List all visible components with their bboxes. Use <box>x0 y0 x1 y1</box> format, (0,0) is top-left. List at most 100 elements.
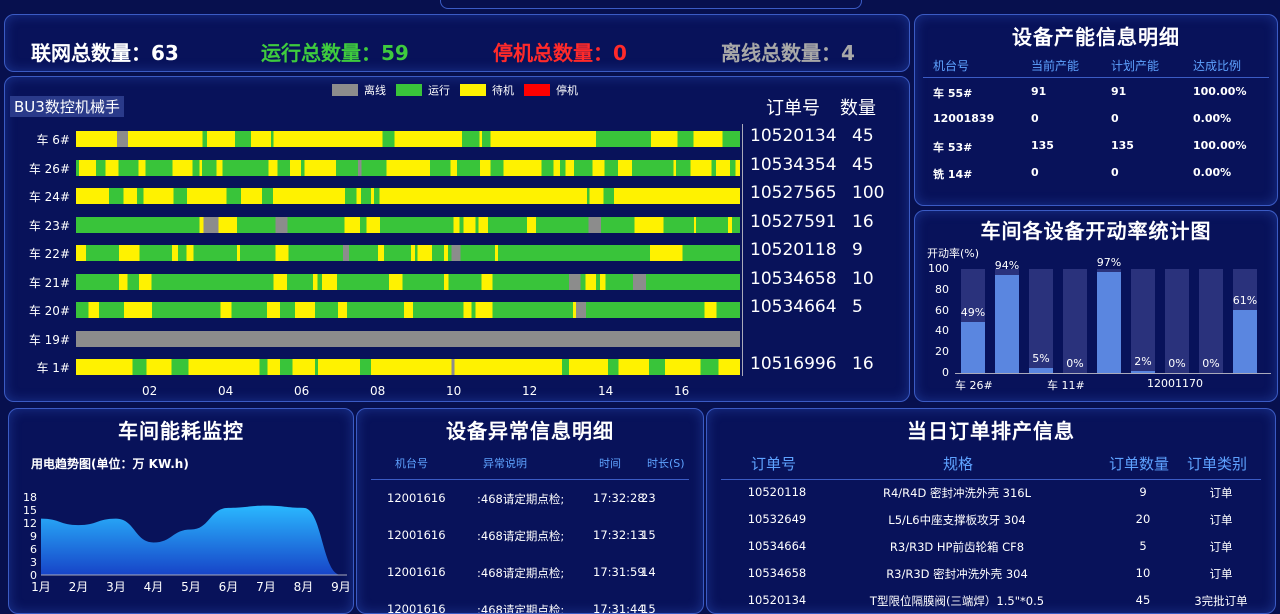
machine-label: 车 24# <box>28 190 70 204</box>
order-qty: 45 <box>852 126 874 146</box>
abnormal-cell: 15 <box>641 528 656 542</box>
order-number: 10520134 <box>750 126 837 146</box>
energy-x-tick: 1月 <box>31 580 51 594</box>
rate-value-label: 49% <box>960 306 986 320</box>
energy-y-tick: 12 <box>23 517 37 530</box>
energy-x-tick: 4月 <box>144 580 164 594</box>
machine-label: 车 23# <box>28 218 70 233</box>
abnormal-panel: 设备异常信息明细 机台号 异常说明 时间 时长(S) 12001616:468请定期点检… <box>356 408 704 614</box>
capacity-panel: 设备产能信息明细 机台号 当前产能 计划产能 达成比例车 55# 91 91 100.00%… <box>914 14 1278 206</box>
energy-x-tick: 9月 <box>331 580 351 594</box>
abnormal-header: 机台号 <box>395 457 428 470</box>
rate-bar[interactable] <box>961 322 985 373</box>
stopped-label: 停机总数量： <box>493 41 613 65</box>
orders-cell: 订单 <box>1209 513 1233 527</box>
orders-header: 订单类别 <box>1187 455 1248 473</box>
legend-item: 待机 <box>460 82 514 98</box>
abnormal-cell: 17:32:13 <box>593 528 645 542</box>
capacity-cell: 铣 14# <box>933 168 973 181</box>
abnormal-cell: 12001616 <box>387 528 446 542</box>
timeline-title: BU3数控机械手 <box>10 96 124 117</box>
rate-bar[interactable] <box>995 275 1019 373</box>
time-tick: 16 <box>674 384 690 398</box>
rate-y-tick: 60 <box>935 303 949 317</box>
abnormal-cell: 12001616 <box>387 565 446 579</box>
order-number: 10516996 <box>750 354 837 374</box>
abnormal-header-divider <box>371 479 689 480</box>
orders-header-divider <box>721 479 1261 480</box>
timeline-axis-line <box>742 124 743 376</box>
energy-y-tick: 15 <box>23 504 37 517</box>
legend-label: 停机 <box>556 84 578 97</box>
rate-bar[interactable] <box>1029 367 1053 373</box>
legend-label: 待机 <box>492 84 514 97</box>
machine-state-bar[interactable] <box>76 245 740 261</box>
energy-x-tick: 8月 <box>294 580 314 594</box>
timeline-legend: 离线 运行 待机 停机 <box>332 82 578 98</box>
machine-state-bar[interactable] <box>76 188 740 204</box>
capacity-cell: 0 <box>1031 112 1039 125</box>
qty-header: 数量 <box>840 98 876 119</box>
time-tick: 14 <box>598 384 614 398</box>
abnormal-title: 设备异常信息明细 <box>446 419 614 443</box>
abnormal-cell: 17:31:44 <box>593 602 645 614</box>
machine-state-bar[interactable] <box>76 131 740 147</box>
legend-item: 停机 <box>524 82 578 98</box>
capacity-cell: 12001839 <box>933 112 995 125</box>
capacity-cell: 91 <box>1111 85 1127 98</box>
orders-panel: 当日订单排产信息 订单号 规格 订单数量 订单类别 10520118 R4/R4D 密封冲… <box>706 408 1276 614</box>
machine-state-bar[interactable] <box>76 359 740 375</box>
capacity-cell: 135 <box>1111 139 1134 152</box>
order-number: 10534354 <box>750 154 837 175</box>
top-decoration <box>440 0 862 9</box>
rate-value-label: 94% <box>994 259 1020 273</box>
machine-state-bar[interactable] <box>76 216 740 233</box>
machine-state-bar[interactable] <box>76 159 740 176</box>
capacity-cell: 0 <box>1031 166 1039 179</box>
rate-bar[interactable] <box>1233 309 1257 373</box>
capacity-cell: 0 <box>1111 112 1119 125</box>
rate-x-axis <box>955 373 1271 374</box>
abnormal-cell: 12001616 <box>387 491 446 505</box>
rate-bar[interactable] <box>1097 272 1121 373</box>
capacity-cell: 0.00% <box>1193 112 1232 125</box>
abnormal-cell: :468请定期点检; <box>477 529 565 543</box>
energy-x-tick: 2月 <box>69 580 89 594</box>
energy-panel: 车间能耗监控 用电趋势图(单位：万 KW.h) 18 15 12 9 6 3 0 1月 2月 3月… <box>8 408 354 614</box>
machine-label: 车 22# <box>28 247 70 261</box>
capacity-header: 机台号 <box>933 59 970 73</box>
machine-state-bar[interactable] <box>76 273 740 290</box>
energy-y-tick: 18 <box>23 491 37 504</box>
machine-label: 车 20# <box>28 304 70 318</box>
rate-chart-ylabel: 开动率(%) <box>927 247 980 260</box>
capacity-header-divider <box>923 77 1269 78</box>
capacity-cell: 车 55# <box>933 87 973 100</box>
time-tick: 04 <box>218 384 234 398</box>
orders-header: 订单数量 <box>1109 455 1170 473</box>
running-count: 运行总数量：59 <box>261 37 409 66</box>
order-qty: 45 <box>852 154 874 175</box>
orders-cell: 订单 <box>1209 540 1233 554</box>
orders-cell: 3完批订单 <box>1194 594 1248 608</box>
rate-y-tick: 100 <box>928 262 949 275</box>
order-qty: 100 <box>852 183 885 203</box>
machine-state-bar[interactable] <box>76 302 740 318</box>
order-header: 订单号 <box>766 98 820 119</box>
legend-swatch <box>332 84 358 96</box>
order-number: 10527591 <box>750 211 837 232</box>
machine-state-bar[interactable] <box>76 330 740 347</box>
machine-label: 车 19# <box>28 332 70 347</box>
running-value: 59 <box>381 41 409 65</box>
abnormal-cell: 17:31:59 <box>593 565 645 579</box>
capacity-cell: 0.00% <box>1193 166 1232 179</box>
rate-chart-panel: 车间各设备开动率统计图 开动率(%) 100 80 60 40 20 0 49% 94% 5% 0… <box>914 210 1278 402</box>
legend-item: 运行 <box>396 82 450 98</box>
abnormal-cell: :468请定期点检; <box>477 603 565 614</box>
energy-y-tick: 3 <box>30 556 37 569</box>
rate-bar[interactable] <box>1131 370 1155 373</box>
energy-area <box>41 505 341 575</box>
rate-y-tick: 40 <box>935 324 949 338</box>
capacity-header: 达成比例 <box>1193 59 1242 73</box>
legend-label: 离线 <box>364 84 386 97</box>
capacity-cell: 91 <box>1031 85 1047 98</box>
